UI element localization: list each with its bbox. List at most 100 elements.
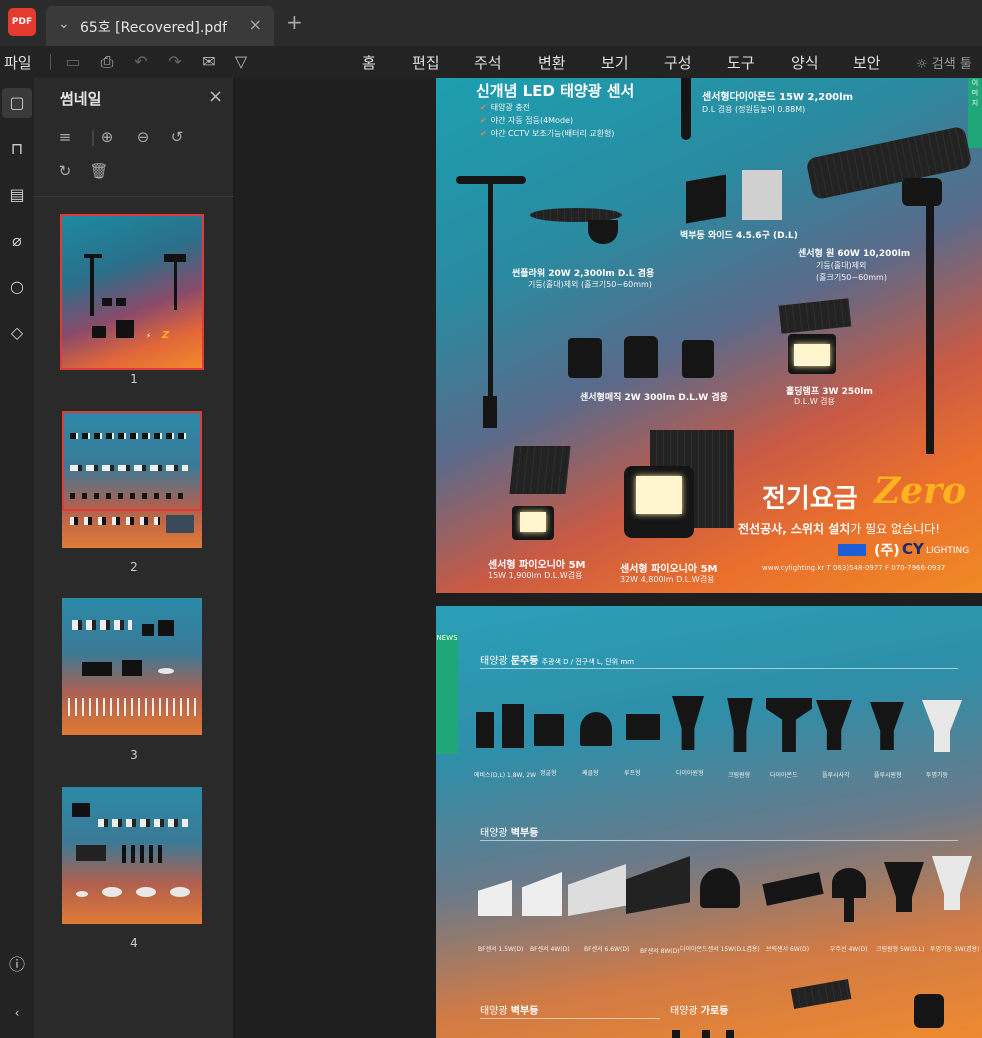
rotate-left-icon[interactable]: ↺ <box>166 126 188 148</box>
document-viewport[interactable]: 신개념 LED 태양광 센서 ✔ 태양광 충전 ✔ 야간 자동 점등(4Mode) … <box>235 78 982 1038</box>
row1-label-10: 투명기둥 <box>926 772 949 779</box>
page-thumbnail-4[interactable] <box>62 787 202 924</box>
brand-cy: CY <box>902 540 924 558</box>
delete-icon[interactable]: 🗑 <box>88 160 110 182</box>
collapse-icon[interactable]: ‹ <box>2 998 32 1028</box>
new-tab-icon[interactable]: + <box>286 10 303 34</box>
section-divider <box>480 1018 660 1019</box>
holding-lamp-subtitle: D.L.W 겸용 <box>794 397 835 406</box>
row1-label-9: 플루시원형 <box>874 772 902 779</box>
lightbulb-icon: ☼ <box>916 57 928 72</box>
section-divider <box>480 840 958 841</box>
toolbar-divider <box>50 54 51 70</box>
zero-prefix: 전기요금 <box>762 484 858 514</box>
sensor-round-sub1: 기둥(홀대)제외 <box>816 261 867 270</box>
diamond-sensor-title: 센서형다이아몬드 15W 2,200lm <box>702 92 853 103</box>
email-icon[interactable]: ✉ <box>198 51 220 73</box>
row1-label-4: 루프형 <box>624 770 641 777</box>
menu-forms[interactable]: 양식 <box>791 52 819 73</box>
thumbnail-panel: 썸네일 × ≡ | ⊕ ⊖ ↺ ↻ 🗑 ⚡ Z 1 2 3 4 <box>34 78 234 1038</box>
attachment-icon[interactable]: ⌀ <box>2 226 32 256</box>
menu-view[interactable]: 보기 <box>601 52 629 73</box>
sensor-round-sub2: (홀크기50~60mm) <box>816 273 887 282</box>
tagline: 전선공사, 스위치 설치가 필요 없습니다! <box>738 520 940 537</box>
document-tab[interactable]: ⌄ 65호 [Recovered].pdf × <box>46 6 274 46</box>
row2-label-4: BF센서 8W(D) <box>640 948 680 955</box>
page1-bullet-3: ✔ 야간 CCTV 보조기능(배터리 교환형) <box>480 129 615 138</box>
row1-label-7: 다이아몬드 <box>770 772 798 779</box>
zoom-out-icon[interactable]: ⊖ <box>132 126 154 148</box>
diamond-sensor-subtitle: D.L 겸용 (정원등높이 0.88M) <box>702 105 806 114</box>
menu-annotate[interactable]: 주석 <box>474 52 502 73</box>
row1-label-3: 쌔클형 <box>582 770 599 777</box>
main-toolbar: 파일 ▭ ⎙ ↶ ↷ ✉ ▽ 홈 편집 주석 변환 보기 구성 도구 양식 보안… <box>0 46 982 78</box>
wall-lamp-title: 벽부등 와이드 4.5.6구 (D.L) <box>680 231 798 241</box>
menu-convert[interactable]: 변환 <box>538 52 566 73</box>
page1-bullet-1: ✔ 태양광 충전 <box>480 103 531 112</box>
file-menu[interactable]: 파일 <box>4 52 32 73</box>
row1-label-8: 플루시사각 <box>822 772 850 779</box>
tagline-rest: 가 필요 없습니다! <box>850 522 941 536</box>
section-walllamp-title: 태양광 벽부등 <box>480 828 539 839</box>
section-streetlamp-title: 태양광 가로등 <box>670 1006 729 1017</box>
close-tab-icon[interactable]: × <box>249 15 262 34</box>
menu-edit[interactable]: 편집 <box>412 52 440 73</box>
row1-label-1: 에비스(D,L) 1.8W, 2W <box>474 772 537 779</box>
sunflower-title: 썬플라워 20W 2,300lm D.L 겸용 <box>512 269 655 279</box>
contact-line: www.cylighting.kr T 063)548-0977 F 070-7… <box>762 564 946 572</box>
pioneer1-subtitle: 15W 1,900lm D.L.W겸용 <box>488 571 583 580</box>
page-thumbnail-3[interactable] <box>62 598 202 735</box>
row1-label-6: 크림원형 <box>728 772 751 779</box>
bookmark-icon[interactable]: ⊓ <box>2 134 32 164</box>
tagline-bold: 전선공사, 스위치 설치 <box>738 522 851 536</box>
zero-word: Zero <box>874 470 967 512</box>
layers-icon[interactable]: ◇ <box>2 318 32 348</box>
page1-bullet-2: ✔ 야간 자동 점등(4Mode) <box>480 116 574 125</box>
page1-side-badge: 이 미 지 <box>968 78 982 148</box>
row2-label-6: 브릭센서 6W(D) <box>766 946 810 953</box>
panel-title: 썸네일 <box>60 90 102 108</box>
menu-security[interactable]: 보안 <box>853 52 881 73</box>
redo-icon[interactable]: ↷ <box>164 51 186 73</box>
comment-icon[interactable]: ▤ <box>2 180 32 210</box>
undo-icon[interactable]: ↶ <box>130 51 152 73</box>
page-thumbnail-icon[interactable]: ▢ <box>2 88 32 118</box>
menu-organize[interactable]: 구성 <box>664 52 692 73</box>
left-rail: ▢ ⊓ ▤ ⌀ ○ ◇ ⓘ ‹ <box>0 78 34 1038</box>
section-walllamp2-title: 태양광 벽부등 <box>480 1006 539 1017</box>
pdf-page-1: 신개념 LED 태양광 센서 ✔ 태양광 충전 ✔ 야간 자동 점등(4Mode) … <box>436 78 982 593</box>
sensor-round-title: 센서형 원 60W 10,200lm <box>798 249 911 259</box>
search-icon[interactable]: ○ <box>2 272 32 302</box>
rotate-right-icon[interactable]: ↻ <box>54 160 76 182</box>
close-panel-icon[interactable]: × <box>208 86 223 107</box>
section-divider <box>480 668 958 669</box>
page-thumbnail-1[interactable]: ⚡ Z <box>60 214 204 370</box>
help-icon[interactable]: ⓘ <box>2 950 32 980</box>
page1-headline: 신개념 LED 태양광 센서 <box>476 82 635 100</box>
more-dropdown-icon[interactable]: ▽ <box>230 51 252 73</box>
chevron-down-icon[interactable]: ⌄ <box>58 16 70 32</box>
zoom-in-icon[interactable]: ⊕ <box>96 126 118 148</box>
row2-label-1: BF센서 1.5W(D) <box>478 946 524 953</box>
menu-home[interactable]: 홈 <box>362 52 376 73</box>
pdf-app-icon[interactable]: PDF <box>8 8 36 36</box>
pioneer2-title: 센서형 파이오니아 5M <box>620 564 718 575</box>
options-menu-icon[interactable]: ≡ <box>54 126 76 148</box>
brand-paren: (주) <box>874 543 900 559</box>
page-number-3: 3 <box>130 748 138 762</box>
cy-logo-mark <box>838 544 866 556</box>
page-thumbnail-2[interactable] <box>62 411 202 548</box>
search-tool-button[interactable]: ☼ 검색 툴 <box>916 53 972 72</box>
section-gatelamp-title: 태양광 문주등 주광색 D / 전구색 L, 단위 mm <box>480 656 634 667</box>
magic-sensor-title: 센서형매직 2W 300lm D.L.W 겸용 <box>580 393 728 403</box>
row2-label-5: 다이아몬드센서 15W(D.L겸용) <box>680 946 760 953</box>
print-icon[interactable]: ⎙ <box>96 51 118 73</box>
page-number-1: 1 <box>130 372 138 386</box>
search-tool-label: 검색 툴 <box>931 57 972 72</box>
menu-tools[interactable]: 도구 <box>727 52 755 73</box>
pioneer2-subtitle: 32W 4,800lm D.L.W겸용 <box>620 575 715 584</box>
save-icon[interactable]: ▭ <box>62 51 84 73</box>
sunflower-subtitle: 기둥(홀대)제외 (홀크기50~60mm) <box>528 280 652 289</box>
page-number-2: 2 <box>130 560 138 574</box>
row2-label-8: 크림원형 5W(D.L) <box>876 946 925 953</box>
